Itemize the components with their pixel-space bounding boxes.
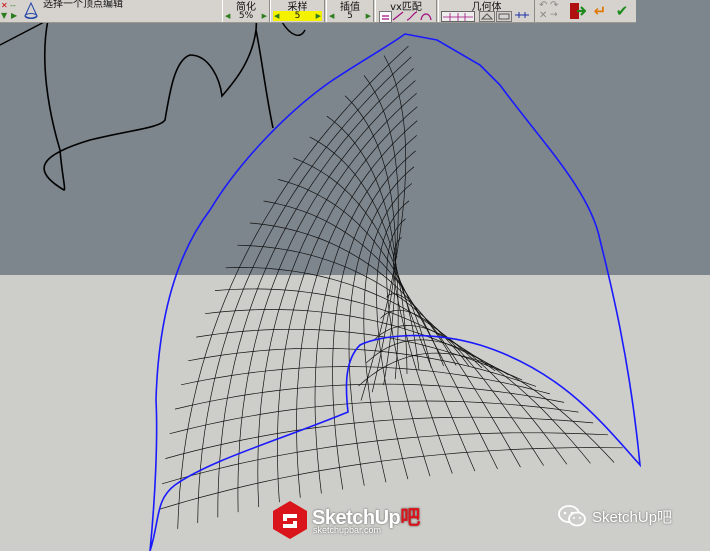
mesh-isoline-v [169,400,579,435]
match-none-icon[interactable] [379,11,392,23]
increase-arrow-icon[interactable]: ▶ [366,12,371,20]
mode-label: 选择一个顶点编辑 [43,0,123,10]
mesh-isoline-v [360,55,407,401]
return-icon[interactable]: ↵ [592,2,608,20]
increase-arrow-icon[interactable]: ▶ [262,12,267,20]
match-curve-icon[interactable] [406,11,418,21]
face-option-icon[interactable] [479,11,495,22]
decrease-arrow-icon[interactable]: ◀ [274,12,279,20]
wechat-icon [558,505,586,527]
cancel-gray-icon[interactable]: ✕ [539,10,547,21]
match-line-icon[interactable] [392,11,404,21]
sample-group[interactable]: 采样 5 ◀ ▶ [270,0,325,22]
brand-url: sketchupbar.com [313,525,382,535]
brand-logo-icon [273,501,307,539]
dash-icon[interactable]: -- [10,1,16,10]
cone-icon[interactable] [22,1,40,21]
vx-match-group[interactable]: vx匹配 [375,0,437,23]
wechat-account-badge: SketchUp吧 [558,505,672,527]
mesh-isoline-v [363,75,399,393]
surface-mesh [159,45,623,529]
scene-canvas[interactable] [0,0,710,551]
mesh-isoline-u [393,237,453,474]
mesh-isoline-u [391,275,498,470]
exit-door-icon[interactable] [568,2,586,20]
match-arc-icon[interactable] [420,11,432,21]
mesh-isoline-u [373,325,568,465]
modeling-viewport[interactable] [0,0,710,551]
close-x-icon[interactable]: ✕ [1,1,8,10]
mesh-isoline-v [326,115,399,380]
mesh-isoline-u [395,256,476,472]
brand-watermark: SketchUp吧 sketchupbar.com [272,498,432,542]
mesh-isoline-u [177,45,409,529]
edge-option-icon[interactable] [496,11,512,22]
arrow-gray-icon[interactable]: → [550,10,558,20]
grid-mesh-icon[interactable] [441,11,475,22]
curve-editing-toolbar: ✕ ▼ -- ▶ 选择一个顶点编辑 简化 ◀ 5% ▶ 采样 5 ◀ ▶ 插值 … [0,0,636,23]
geometry-group[interactable]: 几何体 [438,0,535,22]
spline-icon[interactable] [515,11,529,20]
confirm-check-icon[interactable]: ✔ [614,2,630,20]
play-icon[interactable]: ▶ [11,11,17,20]
sketch-curve [43,6,274,191]
mesh-isoline-v [277,179,432,368]
brand-accent-text: 吧 [400,507,420,529]
simplify-group[interactable]: 简化 ◀ 5% ▶ [222,0,270,22]
mesh-isoline-v [188,347,537,387]
surface-boundary [149,33,642,551]
check-small-icon[interactable]: ▼ [1,11,7,20]
mesh-isoline-v [196,328,523,381]
interpolate-group[interactable]: 插值 ◀ 5 ▶ [326,0,374,22]
increase-arrow-icon[interactable]: ▶ [316,12,321,20]
wechat-account-name: SketchUp吧 [592,508,673,526]
mesh-isoline-v [214,288,496,372]
